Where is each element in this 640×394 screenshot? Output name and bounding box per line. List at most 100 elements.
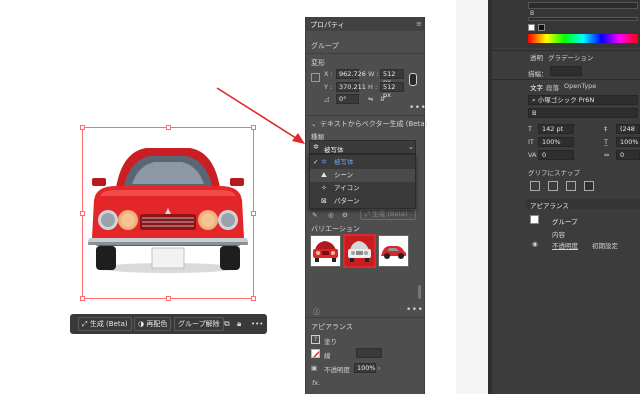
duplicate-icon[interactable]: ⧉ xyxy=(224,318,230,330)
black-swatch[interactable] xyxy=(538,24,545,31)
canvas-gap xyxy=(456,0,492,394)
menu-item-icon[interactable]: ✧ アイコン xyxy=(310,182,415,195)
tab-properties[interactable]: プロパティ xyxy=(310,20,345,30)
icon-type-icon: ✧ xyxy=(321,184,327,192)
menu-item-label: パターン xyxy=(334,197,360,205)
horizontal-scale-icon: T̲ xyxy=(604,138,608,146)
kind-dropdown[interactable]: ✲ 被写体 ⌄ xyxy=(309,140,416,154)
lock-icon[interactable]: 🔒︎ xyxy=(237,318,241,330)
fx-icon[interactable]: fx. xyxy=(312,379,320,387)
flip-horizontal-icon[interactable]: ⇋ xyxy=(368,95,373,103)
menu-item-scene[interactable]: ⛰ シーン xyxy=(310,169,415,182)
w-label: W : xyxy=(368,70,379,78)
tracking-field[interactable]: 0 xyxy=(616,150,640,160)
horizontal-scale-field[interactable]: 100% xyxy=(616,137,640,147)
white-swatch[interactable] xyxy=(528,24,535,31)
snap-option-icon[interactable] xyxy=(566,181,576,191)
color-slider-track[interactable] xyxy=(528,17,638,21)
font-style-field[interactable]: B xyxy=(528,108,638,118)
color-spectrum[interactable] xyxy=(528,34,638,43)
tab-paragraph[interactable]: 段落 xyxy=(546,82,559,92)
snap-option-icon[interactable] xyxy=(548,181,558,191)
style-picker-icon[interactable]: ◎ xyxy=(328,211,334,219)
snap-option-icon[interactable] xyxy=(584,181,594,191)
stroke-swatch[interactable] xyxy=(311,349,320,358)
variation-thumbnail-selected[interactable] xyxy=(343,234,376,268)
opacity-icon: ▣ xyxy=(311,364,318,372)
constrain-proportions-icon[interactable] xyxy=(409,73,417,86)
resize-handle[interactable] xyxy=(166,296,171,301)
snap-option-icon[interactable] xyxy=(530,181,540,191)
red-car-illustration[interactable] xyxy=(86,138,250,276)
prompt-icon[interactable]: ✎ xyxy=(312,211,317,219)
appearance-header: アピアランス xyxy=(526,199,640,210)
menu-item-pattern[interactable]: ⊠ パターン xyxy=(310,195,415,208)
fill-label: 塗り xyxy=(324,338,337,346)
opacity-field[interactable]: 100% xyxy=(354,363,376,373)
tab-opentype[interactable]: OpenType xyxy=(564,82,596,90)
tab-gradient[interactable]: グラデーション xyxy=(548,52,593,62)
generate-button[interactable]: ⤢ 生成 (Beta) xyxy=(360,209,416,220)
chevron-down-icon[interactable]: ⌄ xyxy=(311,120,316,128)
x-field[interactable]: 962.726 xyxy=(336,69,366,79)
menu-item-label: アイコン xyxy=(334,184,360,192)
font-family-field[interactable]: ⌕ 小塚ゴシック Pr6N xyxy=(528,95,638,105)
color-slider-track[interactable] xyxy=(528,2,638,9)
appearance-panel-title: アピアランス xyxy=(530,202,569,210)
info-icon[interactable]: ⓘ xyxy=(313,306,320,316)
contextual-task-bar: ⤢ 生成 (Beta) ◑ 再配色 グループ解除 ⧉ 🔒︎ ••• xyxy=(70,314,267,334)
font-size-field[interactable]: 142 pt xyxy=(538,124,574,134)
opacity-label: 不透明度 xyxy=(324,366,350,374)
kerning-icon: VA xyxy=(528,151,537,159)
rotate-field[interactable]: 0° xyxy=(336,94,359,104)
opacity-row-value: 初期設定 xyxy=(592,242,618,250)
chevron-right-icon[interactable]: › xyxy=(378,364,381,372)
ungroup-button[interactable]: グループ解除 xyxy=(174,317,224,331)
leading-field[interactable]: (248 xyxy=(616,124,640,134)
scrollbar-thumb[interactable] xyxy=(418,285,421,299)
h-label: H : xyxy=(368,83,378,91)
opacity-row-label[interactable]: 不透明度 xyxy=(552,240,578,250)
checkmark-icon: ✓ xyxy=(313,158,319,166)
reference-point-icon[interactable] xyxy=(311,73,320,82)
resize-handle[interactable] xyxy=(251,211,256,216)
pattern-icon: ⊠ xyxy=(321,197,327,205)
slider-label: B xyxy=(530,10,535,17)
snap-to-glyph-title: グリフにスナップ xyxy=(528,169,580,177)
stroke-width-field[interactable] xyxy=(550,66,582,76)
panel-menu-icon[interactable]: ≡ xyxy=(416,20,422,28)
w-field[interactable]: 512 px xyxy=(380,69,404,86)
annotation-arrow xyxy=(216,87,305,144)
appearance-section-title: アピアランス xyxy=(311,323,353,331)
transform-more-icon[interactable]: ••• xyxy=(409,103,426,113)
settings-gear-icon[interactable]: ⚙ xyxy=(342,211,348,219)
menu-item-subject[interactable]: ✓ ✲ 被写体 xyxy=(310,156,415,169)
recolor-button[interactable]: ◑ 再配色 xyxy=(134,317,172,331)
scene-icon: ⛰ xyxy=(321,171,327,179)
tab-transparency[interactable]: 透明 xyxy=(530,52,543,62)
kerning-field[interactable]: 0 xyxy=(538,150,574,160)
font-size-icon: T xyxy=(528,125,532,133)
h-field[interactable]: 512 px xyxy=(380,82,404,99)
x-label: X : xyxy=(324,70,333,78)
variation-thumbnail[interactable] xyxy=(310,235,341,267)
generate-beta-button[interactable]: ⤢ 生成 (Beta) xyxy=(78,317,132,331)
y-field[interactable]: 370.211 xyxy=(336,82,366,92)
variation-thumbnail[interactable] xyxy=(378,235,409,267)
resize-handle[interactable] xyxy=(80,296,85,301)
vertical-scale-field[interactable]: 100% xyxy=(538,137,574,147)
tvg-more-icon[interactable]: ••• xyxy=(406,305,423,315)
visibility-eye-icon[interactable]: ◉ xyxy=(532,240,538,248)
resize-handle[interactable] xyxy=(80,125,85,130)
object-type-label: グループ xyxy=(311,42,339,50)
red-car-front-thumb xyxy=(313,241,338,262)
more-options-icon[interactable]: ••• xyxy=(251,318,263,330)
stroke-weight-field[interactable] xyxy=(356,348,382,358)
resize-handle[interactable] xyxy=(251,296,256,301)
flip-vertical-icon[interactable]: ⇵ xyxy=(380,95,385,103)
tab-character[interactable]: 文字 xyxy=(530,82,543,92)
fill-unknown-swatch[interactable]: ? xyxy=(311,335,320,344)
resize-handle[interactable] xyxy=(80,211,85,216)
resize-handle[interactable] xyxy=(166,125,171,130)
kind-dropdown-value: 被写体 xyxy=(324,146,344,154)
